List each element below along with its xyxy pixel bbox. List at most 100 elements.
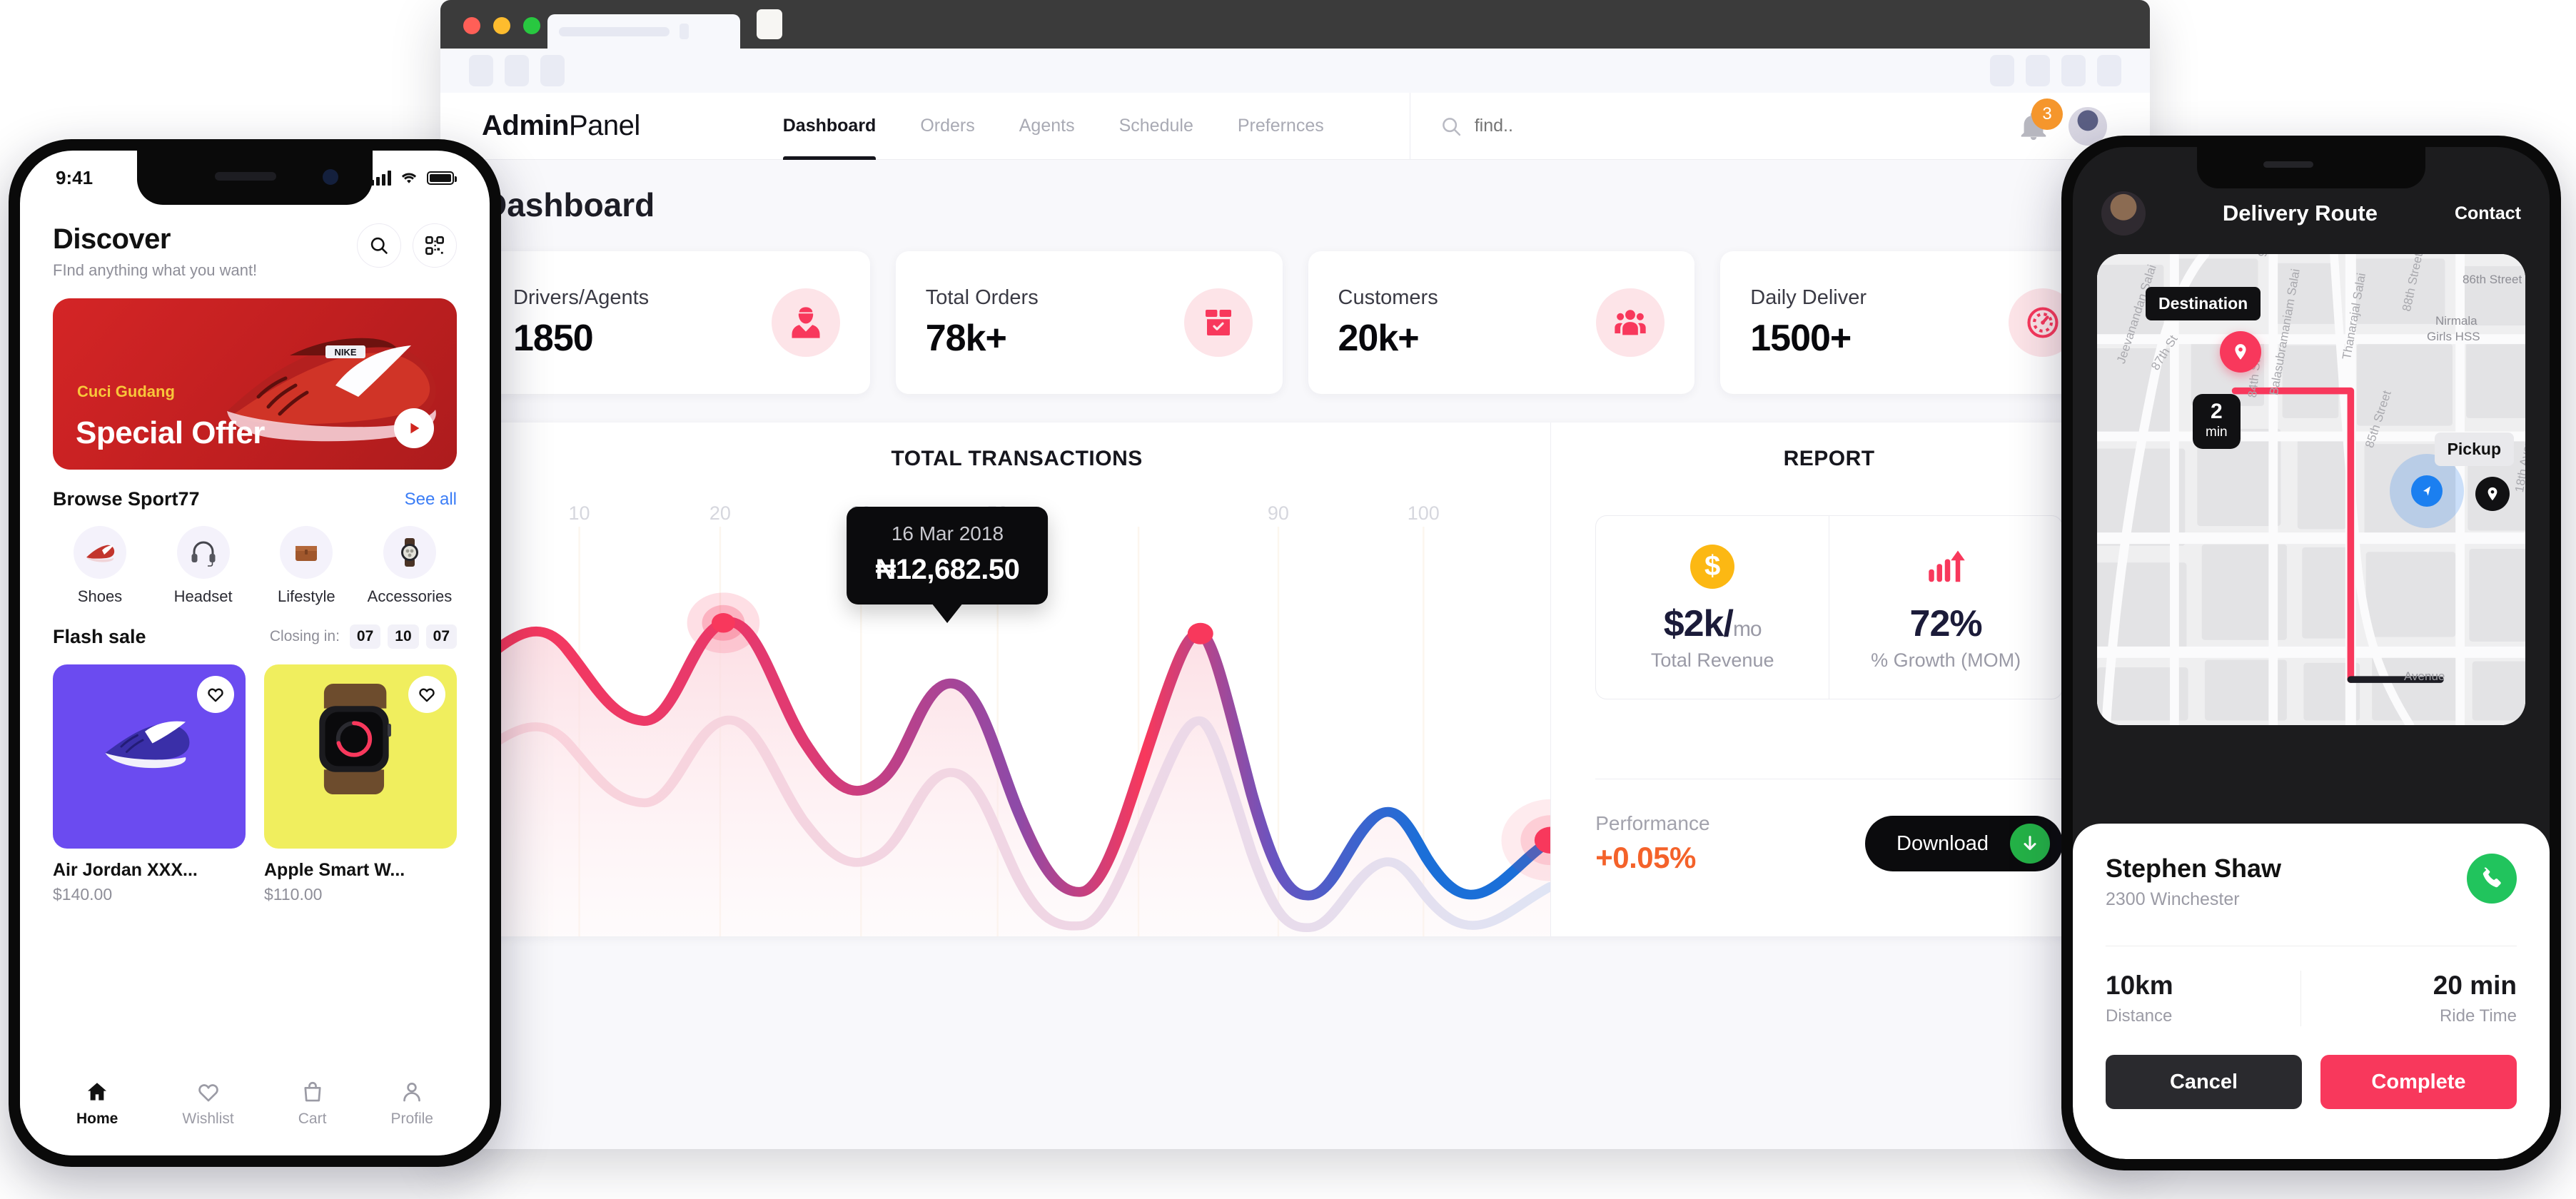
cancel-button[interactable]: Cancel bbox=[2106, 1055, 2302, 1109]
status-icons bbox=[370, 170, 454, 186]
toolbar-icon-placeholder[interactable] bbox=[2026, 55, 2050, 86]
tab-close-placeholder[interactable] bbox=[680, 24, 689, 39]
tab-cart[interactable]: Cart bbox=[298, 1080, 327, 1128]
stats-row: Drivers/Agents 1850 Total Orders 78k+ bbox=[483, 251, 2107, 394]
search-icon bbox=[369, 236, 389, 256]
page-title: Dashboard bbox=[483, 186, 2107, 224]
brand-logo[interactable]: AdminPanel bbox=[440, 110, 640, 142]
tab-profile[interactable]: Profile bbox=[390, 1080, 433, 1128]
tab-label: Cart bbox=[298, 1111, 327, 1128]
contact-button[interactable]: Contact bbox=[2455, 203, 2521, 224]
discover-heading-block: Discover FInd anything what you want! bbox=[53, 223, 257, 280]
stat-value: 78k+ bbox=[926, 317, 1039, 360]
notifications-button[interactable]: 3 bbox=[2017, 110, 2050, 143]
status-time: 9:41 bbox=[56, 167, 93, 189]
brand-bold: Admin bbox=[482, 110, 569, 141]
stat-card-customers[interactable]: Customers 20k+ bbox=[1308, 251, 1695, 394]
pickup-chip[interactable]: Pickup bbox=[2435, 432, 2514, 466]
stat-value: 1850 bbox=[513, 317, 649, 360]
toolbar-icon-placeholder[interactable] bbox=[1990, 55, 2014, 86]
nav-item-agents[interactable]: Agents bbox=[1019, 93, 1075, 160]
nav-item-schedule[interactable]: Schedule bbox=[1119, 93, 1193, 160]
search-button[interactable] bbox=[357, 223, 401, 268]
promo-banner[interactable]: NIKE Cuci Gudang Special Offer bbox=[53, 298, 457, 470]
pickup-pin-icon[interactable] bbox=[2475, 477, 2510, 511]
forward-button-placeholder[interactable] bbox=[505, 55, 529, 86]
stat-label: Daily Deliver bbox=[1750, 286, 1867, 310]
product-price: $110.00 bbox=[264, 885, 457, 904]
tab-label: Wishlist bbox=[182, 1111, 233, 1128]
minimize-window-button[interactable] bbox=[493, 17, 510, 34]
discover-actions bbox=[357, 223, 457, 268]
download-arrow-icon bbox=[2010, 824, 2050, 864]
destination-chip[interactable]: Destination bbox=[2146, 287, 2261, 320]
download-button[interactable]: Download bbox=[1865, 816, 2063, 871]
bag-icon bbox=[280, 526, 333, 579]
countdown-timer: Closing in: 07 10 07 bbox=[270, 624, 457, 649]
home-icon bbox=[85, 1080, 109, 1104]
tab-wishlist[interactable]: Wishlist bbox=[182, 1080, 233, 1128]
reload-button-placeholder[interactable] bbox=[540, 55, 565, 86]
maximize-window-button[interactable] bbox=[523, 17, 540, 34]
metric-caption: Distance bbox=[2106, 1006, 2300, 1026]
chart-point-selected[interactable] bbox=[1188, 623, 1213, 644]
shoe-icon bbox=[74, 526, 126, 579]
chart-point[interactable] bbox=[712, 613, 735, 632]
see-all-link[interactable]: See all bbox=[405, 490, 457, 510]
report-caption: % Growth (MOM) bbox=[1871, 649, 2021, 672]
bag-icon bbox=[300, 1080, 325, 1104]
discover-subtitle: FInd anything what you want! bbox=[53, 261, 257, 280]
chart-area-fill bbox=[483, 622, 1550, 936]
wishlist-toggle[interactable] bbox=[408, 676, 445, 713]
metric-ride-time: 20 min Ride Time bbox=[2300, 971, 2517, 1026]
window-controls[interactable] bbox=[463, 17, 540, 34]
product-card-apple-watch[interactable]: Apple Smart W... $110.00 bbox=[264, 664, 457, 904]
browser-tab[interactable] bbox=[547, 14, 740, 49]
back-button-placeholder[interactable] bbox=[469, 55, 493, 86]
toolbar-icon-placeholder[interactable] bbox=[2061, 55, 2086, 86]
watch-icon bbox=[383, 526, 436, 579]
category-label: Headset bbox=[174, 587, 233, 606]
category-item-accessories[interactable]: Accessories bbox=[363, 526, 457, 606]
wishlist-toggle[interactable] bbox=[197, 676, 234, 713]
performance-label: Performance bbox=[1595, 812, 1709, 835]
nav-item-dashboard[interactable]: Dashboard bbox=[783, 93, 877, 160]
driver-avatar[interactable] bbox=[2101, 191, 2146, 236]
stat-card-daily-deliver[interactable]: Daily Deliver 1500+ bbox=[1720, 251, 2107, 394]
discover-title: Discover bbox=[53, 223, 257, 256]
heart-icon bbox=[418, 685, 436, 704]
destination-pin-icon[interactable] bbox=[2220, 331, 2261, 373]
transactions-chart[interactable]: 10 20 30 50 90 100 bbox=[483, 484, 1550, 936]
search-input[interactable] bbox=[1475, 116, 1703, 136]
metric-value: 10km bbox=[2106, 971, 2300, 1001]
browse-title: Browse Sport77 bbox=[53, 488, 200, 510]
report-title: REPORT bbox=[1551, 447, 2107, 471]
eta-value: 2 bbox=[2206, 401, 2228, 423]
street-label: 86th Street bbox=[2463, 273, 2522, 287]
category-item-shoes[interactable]: Shoes bbox=[53, 526, 147, 606]
browse-section-header: Browse Sport77 See all bbox=[53, 488, 457, 510]
stat-card-drivers[interactable]: Drivers/Agents 1850 bbox=[483, 251, 870, 394]
stat-label: Total Orders bbox=[926, 286, 1039, 310]
browser-titlebar bbox=[440, 0, 2150, 49]
qr-scan-button[interactable] bbox=[413, 223, 457, 268]
qr-scan-icon bbox=[425, 236, 445, 256]
speaker-grille bbox=[2263, 161, 2313, 168]
tab-home[interactable]: Home bbox=[76, 1080, 118, 1128]
call-button[interactable] bbox=[2467, 854, 2517, 904]
tooltip-date: 16 Mar 2018 bbox=[876, 522, 1020, 545]
complete-button[interactable]: Complete bbox=[2320, 1055, 2517, 1109]
stat-card-orders[interactable]: Total Orders 78k+ bbox=[896, 251, 1283, 394]
new-tab-button[interactable] bbox=[757, 9, 782, 39]
toolbar-icon-placeholder[interactable] bbox=[2097, 55, 2121, 86]
nav-item-preferences[interactable]: Prefernces bbox=[1238, 93, 1324, 160]
play-button[interactable] bbox=[394, 408, 434, 448]
category-item-lifestyle[interactable]: Lifestyle bbox=[259, 526, 353, 606]
nav-item-orders[interactable]: Orders bbox=[920, 93, 974, 160]
product-card-air-jordan[interactable]: Air Jordan XXX... $140.00 bbox=[53, 664, 246, 904]
close-window-button[interactable] bbox=[463, 17, 480, 34]
delivery-metrics: 10km Distance 20 min Ride Time bbox=[2106, 946, 2517, 1026]
route-map[interactable]: Jeevanandan Salai 87th St 84th St Balasu… bbox=[2097, 254, 2525, 725]
category-item-headset[interactable]: Headset bbox=[156, 526, 251, 606]
product-name: Apple Smart W... bbox=[264, 860, 457, 881]
